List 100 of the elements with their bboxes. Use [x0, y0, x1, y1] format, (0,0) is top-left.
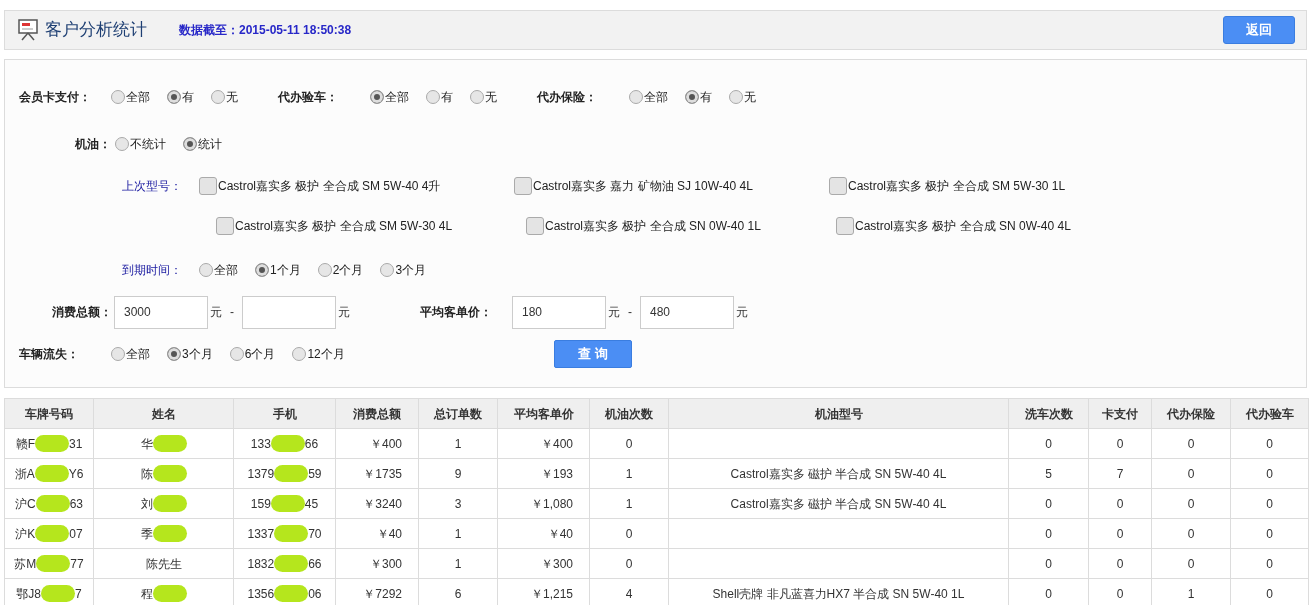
table-cell-text: ￥400 [369, 436, 402, 451]
radio-button[interactable] [370, 90, 384, 104]
radio-button[interactable] [380, 263, 395, 277]
redaction-mark [152, 465, 187, 482]
radio-button[interactable] [629, 90, 643, 104]
radio-button[interactable] [729, 90, 743, 104]
radio-option[interactable]: 全部 [111, 345, 150, 363]
radio-option[interactable]: 3个月 [167, 345, 213, 363]
column-header: 洗车次数 [1008, 398, 1089, 429]
radio-button[interactable] [292, 347, 307, 361]
checkbox[interactable] [216, 217, 234, 235]
checkbox-option[interactable]: Castrol嘉实多 极护 全合成 SN 0W-40 4L [836, 217, 1146, 235]
checkbox[interactable] [829, 177, 847, 195]
table-cell-text: 0 [1266, 436, 1273, 451]
checkbox-option[interactable]: Castrol嘉实多 极护 全合成 SM 5W-30 1L [829, 177, 1144, 195]
radio-option[interactable]: 不统计 [115, 135, 166, 153]
table-cell-text: ￥7292 [363, 586, 402, 601]
table-cell-text: 赣F [15, 435, 35, 453]
table-cell-text: 浙A [14, 465, 35, 483]
checkbox-option[interactable]: Castrol嘉实多 嘉力 矿物油 SJ 10W-40 4L [514, 177, 829, 195]
radio-button[interactable] [229, 347, 244, 361]
table-cell-text: 07 [69, 525, 83, 543]
radio-button[interactable] [317, 263, 332, 277]
table-cell-text: 0 [625, 526, 633, 541]
radio-button[interactable] [470, 90, 484, 104]
table-cell-text: Y6 [68, 465, 84, 483]
table-cell-text: 7 [1116, 466, 1124, 481]
table-cell-text: 1832 [247, 555, 275, 573]
redaction-mark [152, 525, 187, 542]
radio-option[interactable]: 有 [426, 88, 453, 106]
radio-option[interactable]: 全部 [370, 88, 409, 106]
radio-button[interactable] [255, 263, 269, 277]
radio-option[interactable]: 6个月 [229, 345, 276, 363]
table-cell-text: 0 [1187, 496, 1195, 511]
table-cell-text: 0 [1045, 436, 1052, 451]
checkbox-option[interactable]: Castrol嘉实多 极护 全合成 SN 0W-40 1L [526, 217, 836, 235]
column-header: 代办验车 [1230, 398, 1309, 429]
table-cell-text: ￥400 [540, 436, 573, 451]
table-cell-text: 0 [1045, 556, 1052, 571]
radio-option[interactable]: 全部 [111, 88, 150, 106]
radio-option[interactable]: 全部 [629, 88, 668, 106]
radio-button[interactable] [199, 263, 213, 277]
table-cell-text: 0 [1187, 436, 1195, 451]
table-cell-text: ￥193 [540, 466, 573, 481]
filter-label: 代办保险： [537, 89, 598, 106]
radio-button[interactable] [111, 347, 125, 361]
table-cell-text: ￥300 [540, 556, 573, 571]
radio-option[interactable]: 统计 [183, 135, 222, 153]
table-cell-text: 0 [1045, 586, 1052, 601]
radio-button[interactable] [115, 137, 129, 151]
table-cell-text: 1356 [247, 585, 275, 603]
table-cell-text: 华 [140, 435, 153, 453]
radio-button[interactable] [183, 137, 197, 151]
checkbox[interactable] [514, 177, 532, 195]
table-cell-text: 陈 [140, 465, 153, 483]
unit-label: 元 [338, 304, 350, 321]
table-cell-text: 63 [69, 495, 83, 513]
radio-option[interactable]: 无 [211, 88, 238, 106]
filter-label: 上次型号： [122, 178, 183, 195]
radio-option[interactable]: 无 [729, 88, 756, 106]
redaction-mark [274, 555, 309, 572]
radio-button[interactable] [167, 90, 181, 104]
checkbox[interactable] [526, 217, 544, 235]
radio-option[interactable]: 有 [685, 88, 712, 106]
range-separator: - [230, 304, 234, 321]
radio-option[interactable]: 2个月 [317, 261, 364, 279]
checkbox[interactable] [199, 177, 217, 195]
input-field[interactable]: 480 [640, 295, 734, 329]
redaction-mark [41, 585, 75, 602]
data-as-of-label: 数据截至： [179, 22, 239, 39]
redaction-mark [34, 465, 69, 482]
input-field[interactable]: 3000 [114, 295, 208, 329]
redaction-mark [152, 495, 187, 512]
radio-button[interactable] [167, 347, 181, 361]
table-cell-text: 0 [1045, 526, 1052, 541]
radio-button[interactable] [211, 90, 225, 104]
table-cell-text: 31 [69, 435, 83, 453]
column-header: 消费总额 [335, 398, 419, 429]
input-field[interactable]: 180 [512, 295, 606, 329]
checkbox-option[interactable]: Castrol嘉实多 极护 全合成 SM 5W-30 4L [216, 217, 526, 235]
checkbox[interactable] [836, 217, 854, 235]
radio-option[interactable]: 1个月 [255, 261, 301, 279]
table-cell-text: 1 [454, 436, 462, 451]
table-cell-text: 0 [1187, 526, 1195, 541]
radio-button[interactable] [685, 90, 699, 104]
column-header: 平均客单价 [497, 398, 590, 429]
radio-button[interactable] [111, 90, 125, 104]
radio-button[interactable] [426, 90, 440, 104]
input-field[interactable] [242, 295, 336, 329]
table-cell-text: 5 [1045, 466, 1052, 481]
checkbox-option[interactable]: Castrol嘉实多 极护 全合成 SM 5W-40 4升 [199, 177, 514, 195]
unit-label: 元 [736, 304, 748, 321]
radio-option[interactable]: 全部 [199, 261, 238, 279]
radio-option[interactable]: 无 [470, 88, 497, 106]
table-cell-text: 1 [625, 496, 633, 511]
radio-option[interactable]: 12个月 [292, 345, 345, 363]
column-header: 总订单数 [418, 398, 498, 429]
presentation-board-icon [17, 18, 39, 42]
radio-option[interactable]: 有 [167, 88, 194, 106]
radio-option[interactable]: 3个月 [380, 261, 427, 279]
